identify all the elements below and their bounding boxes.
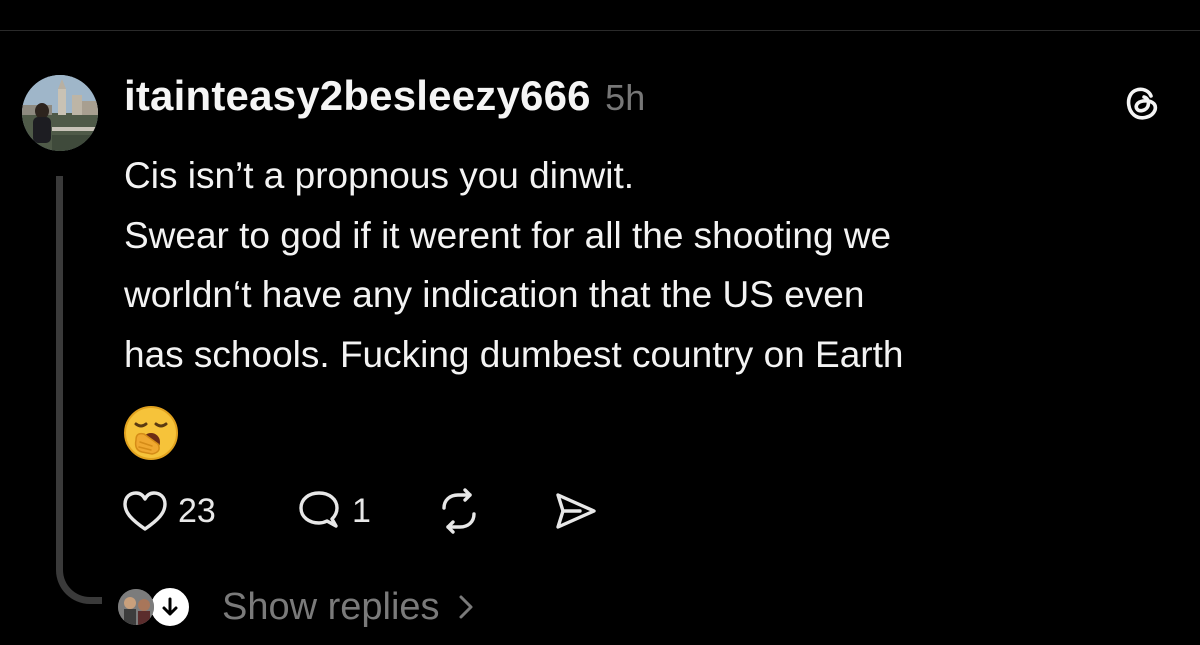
top-divider bbox=[0, 30, 1200, 31]
show-replies-label: Show replies bbox=[222, 585, 440, 628]
like-button[interactable]: 23 bbox=[120, 484, 216, 538]
post-line-2: Swear to god if it werent for all the sh… bbox=[124, 214, 892, 256]
post-line-4: has schools. Fucking dumbest country on … bbox=[124, 333, 904, 375]
reply-count: 1 bbox=[352, 491, 371, 530]
show-replies-button[interactable]: Show replies bbox=[118, 584, 474, 630]
post-text: Cis isn’t a propnous you dinwit. Swear t… bbox=[124, 146, 1184, 384]
thread-line bbox=[56, 176, 102, 604]
chevron-right-icon bbox=[459, 595, 473, 619]
avatar[interactable] bbox=[22, 75, 98, 151]
repost-icon bbox=[442, 488, 476, 534]
threads-logo-icon bbox=[1122, 82, 1162, 122]
username[interactable]: itainteasy2besleezy666 bbox=[124, 72, 591, 119]
reply-avatar bbox=[118, 589, 154, 625]
like-count: 23 bbox=[178, 491, 216, 530]
timestamp: 5h bbox=[605, 77, 646, 118]
heart-icon bbox=[123, 491, 167, 531]
share-button[interactable] bbox=[550, 484, 600, 538]
comment-icon bbox=[299, 491, 339, 528]
post-line-3: worldn‘t have any indication that the US… bbox=[124, 274, 865, 315]
share-icon bbox=[556, 493, 596, 529]
arrow-down-icon bbox=[148, 585, 192, 629]
avatar-image bbox=[22, 75, 98, 151]
post-line-1: Cis isn’t a propnous you dinwit. bbox=[124, 155, 635, 196]
reply-button[interactable]: 1 bbox=[294, 484, 371, 538]
post-header: itainteasy2besleezy666 5h bbox=[124, 72, 645, 120]
repost-button[interactable] bbox=[434, 484, 484, 538]
yawning-face-emoji bbox=[122, 404, 180, 462]
